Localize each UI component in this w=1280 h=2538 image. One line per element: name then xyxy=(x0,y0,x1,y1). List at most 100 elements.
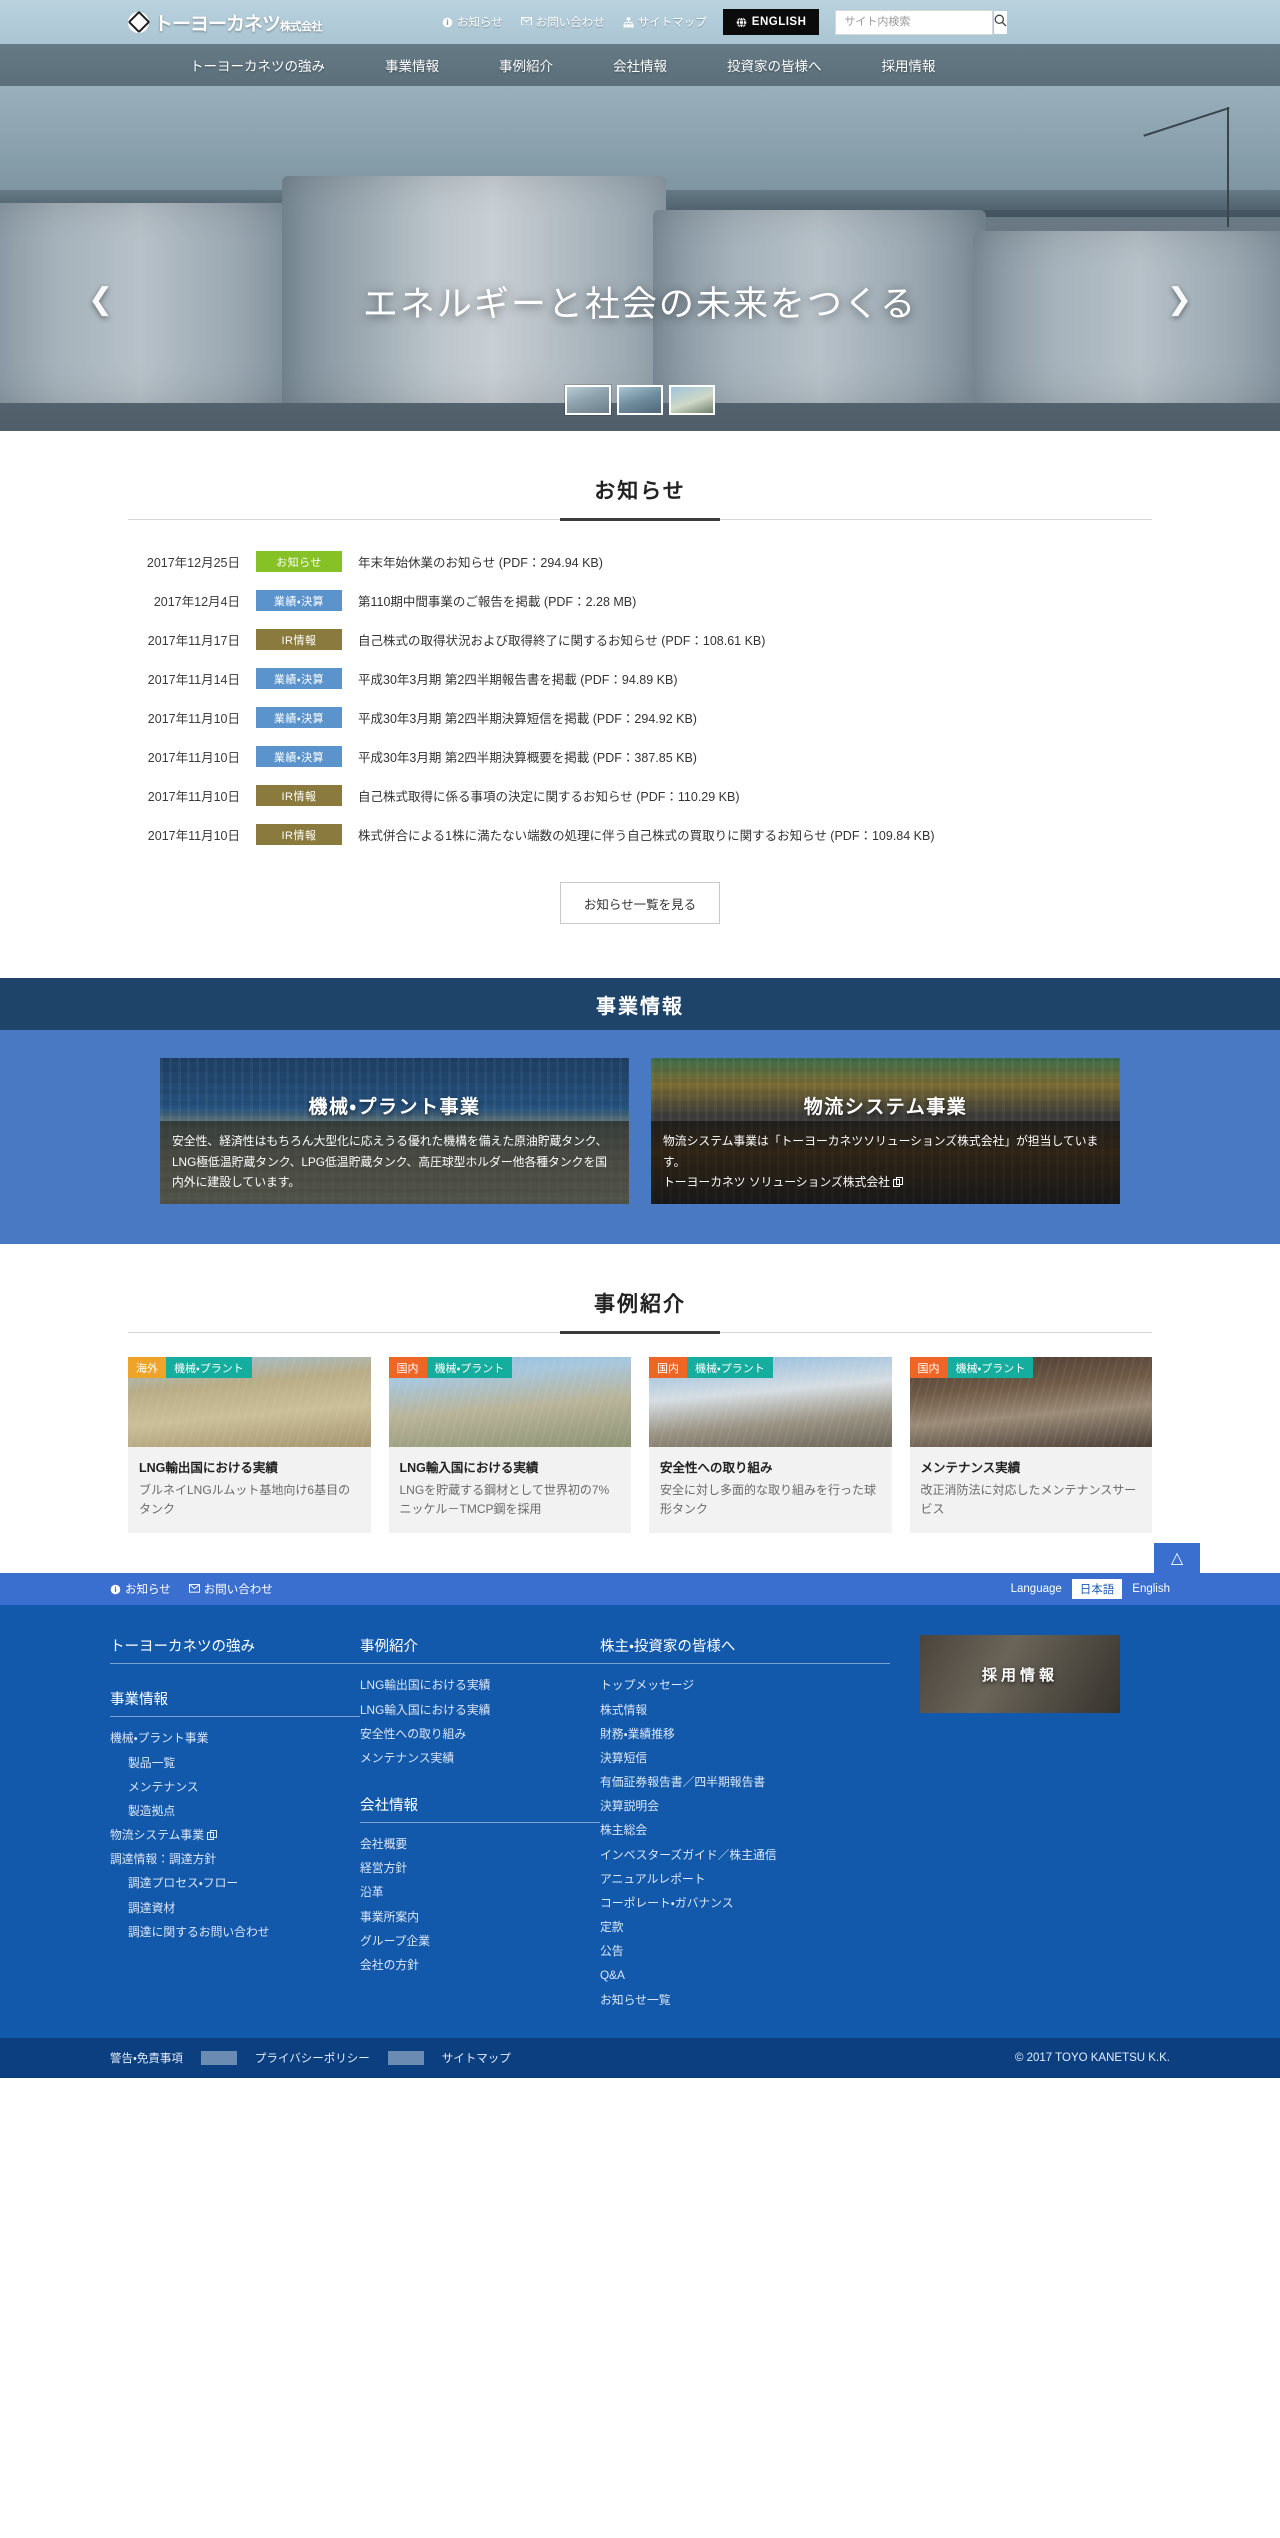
footer-utility-bar: お知らせ お問い合わせ Language 日本語 English xyxy=(0,1573,1280,1606)
footer-link[interactable]: トップメッセージ xyxy=(600,1673,890,1697)
news-title[interactable]: 株式併合による1株に満たない端数の処理に伴う自己株式の買取りに関するお知らせ (… xyxy=(358,825,935,844)
footer-link[interactable]: 安全性への取り組み xyxy=(360,1722,600,1746)
hero-next-button[interactable]: ❯ xyxy=(1167,282,1192,317)
case-card[interactable]: 国内 機械・プラント LNG輸入国における実績 LNGを貯蔵する鋼材として世界初… xyxy=(388,1357,631,1534)
news-row[interactable]: 2017年11月10日 業績・決算 平成30年3月期 第2四半期決算短信を掲載 … xyxy=(128,698,1152,737)
footer-link[interactable]: コーポレート・ガバナンス xyxy=(600,1891,890,1915)
footer-heading-business[interactable]: 事業情報 xyxy=(110,1688,360,1718)
footer-link[interactable]: 経営方針 xyxy=(360,1856,600,1880)
news-more-button[interactable]: お知らせ一覧を見る xyxy=(560,882,720,924)
footer-bottom-link-sitemap[interactable]: サイトマップ xyxy=(424,2050,529,2066)
hero-prev-button[interactable]: ❮ xyxy=(88,282,113,317)
footer-link[interactable]: 会社の方針 xyxy=(360,1953,600,1977)
footer-link[interactable]: 決算説明会 xyxy=(600,1794,890,1818)
footer-heading-investors[interactable]: 株主・投資家の皆様へ xyxy=(600,1635,890,1665)
news-title[interactable]: 平成30年3月期 第2四半期決算概要を掲載 (PDF：387.85 KB) xyxy=(358,747,697,766)
footer-link[interactable]: 株主総会 xyxy=(600,1818,890,1842)
news-title[interactable]: 年末年始休業のお知らせ (PDF：294.94 KB) xyxy=(358,552,603,571)
spherical-tank-photo: 国内 機械・プラント xyxy=(649,1357,892,1447)
language-option-japanese[interactable]: 日本語 xyxy=(1071,1579,1123,1600)
business-card-plant[interactable]: 機械・プラント事業 安全性、経済性はもちろん大型化に応えうる優れた機構を備えた原… xyxy=(160,1058,629,1204)
footer-link[interactable]: グループ企業 xyxy=(360,1929,600,1953)
footer-heading-company[interactable]: 会社情報 xyxy=(360,1794,600,1824)
recruit-banner[interactable]: 採用情報 xyxy=(920,1635,1120,1714)
footer-bottom-link-privacy[interactable]: プライバシーポリシー xyxy=(237,2050,388,2066)
search-input[interactable] xyxy=(836,10,995,34)
news-title[interactable]: 第110期中間事業のご報告を掲載 (PDF：2.28 MB) xyxy=(358,591,636,610)
hero-thumb-3[interactable] xyxy=(669,385,715,415)
footer-link[interactable]: お知らせ一覧 xyxy=(600,1988,890,2012)
business-card-logistics[interactable]: 物流システム事業 物流システム事業は「トーヨーカネツソリューションズ株式会社」が… xyxy=(651,1058,1120,1204)
footer-link-news[interactable]: お知らせ xyxy=(110,1581,171,1597)
english-language-button[interactable]: ENGLISH xyxy=(722,9,820,35)
case-tag-region: 国内 xyxy=(388,1357,427,1378)
case-card[interactable]: 海外 機械・プラント LNG輸出国における実績 ブルネイLNGルムット基地向け6… xyxy=(128,1357,371,1534)
search-button[interactable] xyxy=(994,10,1008,34)
cases-grid: 海外 機械・プラント LNG輸出国における実績 ブルネイLNGルムット基地向け6… xyxy=(128,1357,1152,1534)
business-card-external-link[interactable]: トーヨーカネツ ソリューションズ株式会社 xyxy=(663,1175,890,1189)
news-row[interactable]: 2017年11月14日 業績・決算 平成30年3月期 第2四半期報告書を掲載 (… xyxy=(128,659,1152,698)
nav-item-cases[interactable]: 事例紹介 xyxy=(469,55,583,75)
footer-link[interactable]: 事業所案内 xyxy=(360,1905,600,1929)
nav-item-strength[interactable]: トーヨーカネツの強み xyxy=(160,55,355,75)
hero-overlay xyxy=(0,86,1280,431)
footer-link[interactable]: 会社概要 xyxy=(360,1832,600,1856)
case-card[interactable]: 国内 機械・プラント 安全性への取り組み 安全に対し多面的な取り組みを行った球形… xyxy=(649,1357,892,1534)
footer-heading-strength[interactable]: トーヨーカネツの強み xyxy=(110,1635,360,1665)
footer-link[interactable]: メンテナンス xyxy=(110,1775,360,1799)
footer-link[interactable]: 機械・プラント事業 xyxy=(110,1726,360,1750)
news-row[interactable]: 2017年12月4日 業績・決算 第110期中間事業のご報告を掲載 (PDF：2… xyxy=(128,581,1152,620)
footer-link[interactable]: 有価証券報告書／四半期報告書 xyxy=(600,1770,890,1794)
footer-link[interactable]: 財務・業績推移 xyxy=(600,1722,890,1746)
hero-thumb-1[interactable] xyxy=(564,384,612,416)
news-title[interactable]: 平成30年3月期 第2四半期決算短信を掲載 (PDF：294.92 KB) xyxy=(358,708,697,727)
footer-link[interactable]: メンテナンス実績 xyxy=(360,1746,600,1770)
news-row[interactable]: 2017年11月10日 IR情報 自己株式取得に係る事項の決定に関するお知らせ … xyxy=(128,776,1152,815)
news-row[interactable]: 2017年11月10日 業績・決算 平成30年3月期 第2四半期決算概要を掲載 … xyxy=(128,737,1152,776)
cases-heading-wrap: 事例紹介 xyxy=(0,1244,1280,1332)
nav-item-business[interactable]: 事業情報 xyxy=(355,55,469,75)
footer-link[interactable]: 定款 xyxy=(600,1915,890,1939)
hero-thumb-2[interactable] xyxy=(617,385,663,415)
news-title[interactable]: 自己株式の取得状況および取得終了に関するお知らせ (PDF：108.61 KB) xyxy=(358,630,765,649)
footer-link[interactable]: 製造拠点 xyxy=(110,1799,360,1823)
footer-link[interactable]: 公告 xyxy=(600,1939,890,1963)
footer-link[interactable]: Q&A xyxy=(600,1963,890,1987)
footer-link-external[interactable]: 物流システム事業 xyxy=(110,1823,360,1847)
footer-link[interactable]: 株式情報 xyxy=(600,1698,890,1722)
news-badge: 業績・決算 xyxy=(256,590,342,611)
nav-item-recruit[interactable]: 採用情報 xyxy=(852,55,966,75)
language-option-english[interactable]: English xyxy=(1132,1583,1170,1595)
site-logo[interactable]: トーヨーカネツ株式会社 xyxy=(128,9,323,36)
news-row[interactable]: 2017年11月17日 IR情報 自己株式の取得状況および取得終了に関するお知ら… xyxy=(128,620,1152,659)
footer-column-recruit: 採用情報 xyxy=(920,1635,1170,2011)
nav-item-company[interactable]: 会社情報 xyxy=(583,55,697,75)
news-title[interactable]: 自己株式取得に係る事項の決定に関するお知らせ (PDF：110.29 KB) xyxy=(358,786,740,805)
footer-link[interactable]: 沿革 xyxy=(360,1880,600,1904)
footer-link-contact[interactable]: お問い合わせ xyxy=(188,1581,273,1597)
header-link-sitemap[interactable]: サイトマップ xyxy=(623,14,707,30)
case-card[interactable]: 国内 機械・プラント メンテナンス実績 改正消防法に対応したメンテナンスサービス xyxy=(909,1357,1152,1534)
nav-item-investors[interactable]: 投資家の皆様へ xyxy=(697,55,852,75)
header-link-news[interactable]: お知らせ xyxy=(442,14,503,30)
news-row[interactable]: 2017年11月10日 IR情報 株式併合による1株に満たない端数の処理に伴う自… xyxy=(128,815,1152,854)
footer-heading-cases[interactable]: 事例紹介 xyxy=(360,1635,600,1665)
news-title[interactable]: 平成30年3月期 第2四半期報告書を掲載 (PDF：94.89 KB) xyxy=(358,669,678,688)
footer-link[interactable]: 調達情報：調達方針 xyxy=(110,1847,360,1871)
footer-link[interactable]: 製品一覧 xyxy=(110,1751,360,1775)
back-to-top-button[interactable]: △ xyxy=(1154,1543,1200,1574)
site-search[interactable] xyxy=(835,9,1008,35)
header-link-contact[interactable]: お問い合わせ xyxy=(520,14,605,30)
chevron-left-icon: ❮ xyxy=(88,282,114,317)
footer-link[interactable]: LNG輸入国における実績 xyxy=(360,1698,600,1722)
footer-link[interactable]: 調達に関するお問い合わせ xyxy=(110,1920,360,1944)
footer-link[interactable]: 決算短信 xyxy=(600,1746,890,1770)
footer-link[interactable]: LNG輸出国における実績 xyxy=(360,1673,600,1697)
footer-link[interactable]: インベスターズガイド／株主通信 xyxy=(600,1843,890,1867)
footer-link[interactable]: 調達プロセス・フロー xyxy=(110,1871,360,1895)
footer-link[interactable]: 調達資材 xyxy=(110,1896,360,1920)
footer-link[interactable]: アニュアルレポート xyxy=(600,1867,890,1891)
footer-bottom-link-disclaimer[interactable]: 警告・免責事項 xyxy=(110,2050,201,2066)
news-date: 2017年11月17日 xyxy=(147,634,240,648)
news-row[interactable]: 2017年12月25日 お知らせ 年末年始休業のお知らせ (PDF：294.94… xyxy=(128,542,1152,581)
